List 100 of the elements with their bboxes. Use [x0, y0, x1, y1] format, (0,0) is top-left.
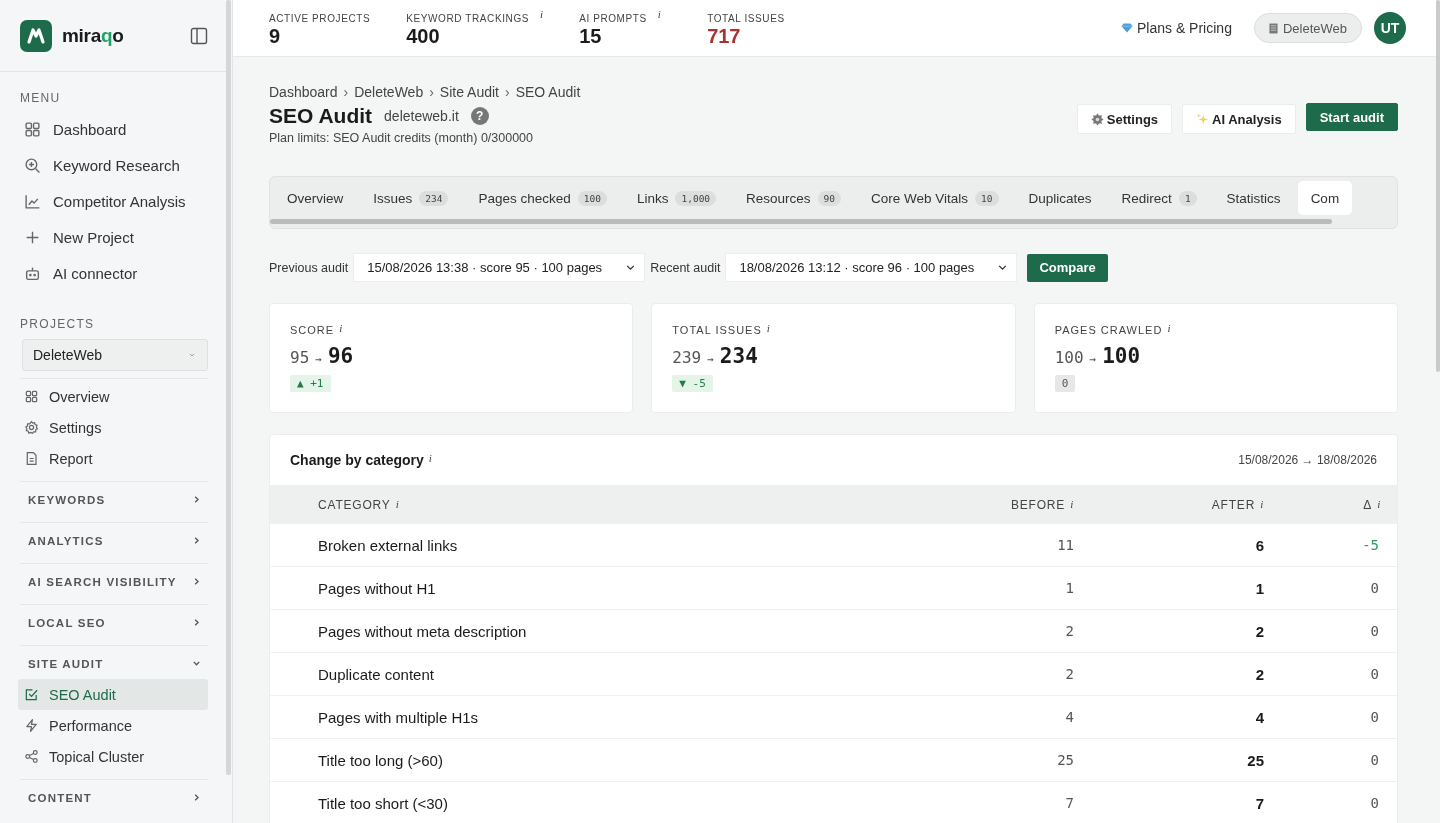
tab[interactable]: Core Web Vitals 10: [858, 181, 1012, 215]
arrow-mark: →: [1089, 353, 1097, 366]
info-mark[interactable]: i: [1167, 322, 1171, 334]
checked-square-icon: [24, 687, 39, 702]
current-value: 100: [1102, 344, 1141, 368]
tab[interactable]: Links 1,000: [623, 181, 730, 215]
table-cell: -5: [1362, 537, 1379, 553]
info-mark[interactable]: i: [339, 322, 343, 334]
table-cell: 0: [1370, 795, 1379, 811]
help-button[interactable]: ?: [470, 107, 489, 125]
count-badge: 1,000: [675, 190, 717, 206]
table-cell: 2: [1255, 622, 1264, 640]
table-cell: 25: [1057, 752, 1074, 768]
sidebar-toggle-icon[interactable]: [190, 26, 208, 45]
table-cell: 4: [1065, 709, 1074, 725]
current-value: 96: [327, 344, 354, 368]
info-mark[interactable]: i: [1260, 497, 1264, 510]
info-mark[interactable]: i: [428, 452, 432, 464]
count-badge: 100: [577, 190, 607, 206]
zoom-in-icon: [24, 156, 41, 174]
nav-group-header[interactable]: CONTENT: [28, 782, 208, 813]
tab[interactable]: Pages checked 100: [465, 181, 620, 215]
table-cell: 0: [1370, 709, 1379, 725]
table-cell: 6: [1255, 536, 1264, 554]
column-header[interactable]: BEFORE: [1011, 497, 1066, 512]
audit-select[interactable]: 18/08/2026 13:12 · score 96 · 100 pages: [725, 253, 1018, 282]
scrollbar[interactable]: [226, 0, 231, 775]
project-select[interactable]: DeleteWeb: [22, 339, 208, 371]
breadcrumb-link[interactable]: SEO Audit: [515, 84, 581, 100]
breadcrumb-separator: ›: [429, 84, 434, 100]
audit-select[interactable]: 15/08/2026 13:38 · score 95 · 100 pages: [353, 253, 646, 282]
table-cell: 4: [1255, 708, 1264, 726]
plan-limits: Plan limits: SEO Audit credits (month) 0/300000: [269, 131, 534, 145]
table-cell: 1: [1065, 580, 1074, 596]
table-cell: 2: [1255, 665, 1264, 683]
table-cell: 2: [1065, 623, 1074, 639]
nav-group-header[interactable]: ANALYTICS: [28, 525, 208, 556]
workspace-button[interactable]: DeleteWeb: [1253, 13, 1362, 43]
stat-label: AI PROMPTS: [579, 13, 647, 24]
tab[interactable]: Issues 234: [360, 181, 462, 215]
breadcrumb-link[interactable]: Dashboard: [269, 84, 338, 100]
ai-analysis-button[interactable]: AI Analysis: [1182, 104, 1296, 134]
column-header[interactable]: CATEGORY: [318, 497, 391, 512]
card-label: PAGES CRAWLED: [1054, 324, 1163, 336]
menu-item[interactable]: AI connector: [18, 255, 208, 291]
count-badge: 90: [817, 190, 842, 206]
nav-item[interactable]: Topical Cluster: [18, 741, 208, 772]
info-mark[interactable]: i: [766, 322, 770, 334]
user-avatar[interactable]: UT: [1374, 12, 1406, 44]
diamond-icon: [1121, 23, 1133, 33]
start-audit-button[interactable]: Start audit: [1305, 103, 1398, 131]
column-header[interactable]: Δ: [1363, 497, 1373, 512]
table-cell: Broken external links: [318, 536, 458, 554]
scrollbar[interactable]: [1436, 0, 1440, 372]
menu-item[interactable]: New Project: [18, 219, 208, 255]
stat-label: KEYWORD TRACKINGS: [406, 13, 530, 24]
info-mark[interactable]: i: [540, 8, 544, 20]
nav-group-header[interactable]: LOCAL SEO: [28, 607, 208, 638]
delta-badge: ▲ +1: [290, 375, 331, 392]
menu-item[interactable]: Keyword Research: [18, 147, 208, 183]
field-label: Previous audit: [269, 260, 349, 275]
tab[interactable]: Duplicates: [1015, 181, 1105, 215]
nav-group-header[interactable]: AI SEARCH VISIBILITY: [28, 566, 208, 597]
stat-label: TOTAL ISSUES: [707, 13, 785, 24]
domain-label: deleteweb.it: [384, 108, 459, 124]
project-nav-item[interactable]: Overview: [18, 381, 208, 412]
project-nav-item[interactable]: Report: [18, 443, 208, 474]
table-cell: 0: [1370, 623, 1379, 639]
tab[interactable]: Resources 90: [733, 181, 855, 215]
project-nav-item[interactable]: Settings: [18, 412, 208, 443]
share-icon: [24, 749, 39, 764]
nav-item[interactable]: Performance: [18, 710, 208, 741]
info-mark[interactable]: i: [1070, 497, 1074, 510]
menu-item[interactable]: Dashboard: [18, 111, 208, 147]
grid-icon: [24, 120, 41, 138]
plans-link[interactable]: Plans & Pricing: [1121, 20, 1232, 36]
nav-group-header[interactable]: SITE AUDIT: [28, 648, 208, 679]
table-cell: 11: [1057, 537, 1074, 553]
column-header[interactable]: AFTER: [1211, 497, 1256, 512]
field-label: Recent audit: [650, 260, 721, 275]
current-value: 234: [719, 344, 758, 368]
breadcrumb-link[interactable]: Site Audit: [439, 84, 499, 100]
nav-item[interactable]: SEO Audit: [18, 679, 208, 710]
scrollbar[interactable]: [270, 219, 1332, 224]
menu-item[interactable]: Competitor Analysis: [18, 183, 208, 219]
settings-button[interactable]: Settings: [1076, 104, 1173, 134]
nav-group-header[interactable]: KEYWORDS: [28, 484, 208, 515]
stat-value: 400: [406, 24, 441, 48]
tab[interactable]: Com: [1297, 181, 1353, 215]
info-mark[interactable]: i: [1377, 497, 1381, 510]
compare-button[interactable]: Compare: [1027, 253, 1108, 282]
table-cell: Pages without meta description: [318, 622, 527, 640]
tab[interactable]: Redirect 1: [1108, 181, 1210, 215]
info-mark[interactable]: i: [395, 497, 400, 510]
tab[interactable]: Overview: [274, 181, 357, 215]
info-mark[interactable]: i: [657, 8, 661, 20]
tab[interactable]: Statistics: [1213, 181, 1294, 215]
breadcrumb-link[interactable]: DeleteWeb: [354, 84, 424, 100]
breadcrumb-separator: ›: [505, 84, 510, 100]
line-chart-icon: [24, 192, 41, 210]
